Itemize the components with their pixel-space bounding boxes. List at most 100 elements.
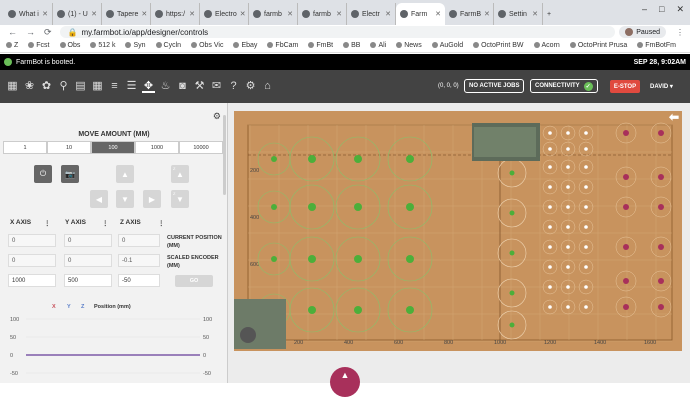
weed-icon[interactable]: ✿ [40, 80, 53, 93]
user-menu[interactable]: DAVID ▾ [650, 83, 673, 90]
browser-tab[interactable]: farmb ✕ [298, 3, 347, 25]
y-down-button[interactable]: ▼ [116, 190, 134, 208]
bookmark-item[interactable]: Obs [59, 42, 80, 49]
browser-tab[interactable]: Electr ✕ [347, 3, 396, 25]
z-axis-menu-icon[interactable]: ⋮ [158, 219, 165, 227]
camera-button[interactable]: 📷 [61, 165, 79, 183]
grid-icon[interactable]: ▦ [6, 80, 19, 93]
close-icon[interactable]: ✕ [676, 4, 684, 15]
move-amount-10[interactable]: 10 [47, 141, 91, 154]
move-amount-1[interactable]: 1 [3, 141, 47, 154]
x-left-button[interactable]: ◀ [90, 190, 108, 208]
bookmark-item[interactable]: FmBt [308, 42, 333, 49]
shop-icon[interactable]: ⌂ [261, 80, 274, 93]
bookmark-item[interactable]: Fcst [28, 42, 50, 49]
bookmark-item[interactable]: FbCam [267, 42, 298, 49]
garden-map[interactable]: 2004006008001000120014001600200400600800 [228, 103, 690, 383]
calendar-icon[interactable]: ▦ [91, 80, 104, 93]
url-field[interactable]: 🔒 my.farmbot.io/app/designer/controls [59, 26, 616, 38]
connectivity-button[interactable]: CONNECTIVITY ✓ [530, 79, 598, 93]
z-target-input[interactable]: -50 [118, 274, 160, 287]
browser-tab[interactable]: https:/✕ [151, 3, 200, 25]
close-tab-icon[interactable]: ✕ [91, 10, 97, 18]
tools-icon[interactable]: ⚒ [193, 80, 206, 93]
close-tab-icon[interactable]: ✕ [532, 10, 538, 18]
move-amount-10000[interactable]: 10000 [179, 141, 223, 154]
browser-tab[interactable]: Settin ✕ [494, 3, 543, 25]
close-tab-icon[interactable]: ✕ [336, 10, 342, 18]
bookmark-label: Z [14, 42, 19, 49]
y-axis-menu-icon[interactable]: ⋮ [102, 219, 109, 227]
close-tab-icon[interactable]: ✕ [141, 10, 147, 18]
messages-icon[interactable]: ✉ [210, 80, 223, 93]
browser-tab[interactable]: Farm ✕ [396, 3, 445, 25]
home-button[interactable]: ⏻ [34, 165, 52, 183]
plant-icon[interactable]: ❀ [23, 80, 36, 93]
browser-tab[interactable]: Tapere ✕ [102, 3, 151, 25]
browser-tab[interactable]: Electro ✕ [200, 3, 249, 25]
bookmark-item[interactable]: BB [343, 42, 360, 49]
photos-fab-button[interactable]: ▲ [330, 367, 360, 397]
bookmark-item[interactable]: Cycln [155, 42, 181, 49]
browser-tab[interactable]: (1) - U ✕ [53, 3, 102, 25]
profile-paused-button[interactable]: Paused [619, 26, 666, 38]
close-tab-icon[interactable]: ✕ [287, 10, 293, 18]
maximize-icon[interactable]: □ [659, 4, 664, 15]
bookmark-item[interactable]: Z [6, 42, 18, 49]
bookmark-item[interactable]: Ali [370, 42, 386, 49]
settings-icon[interactable]: ⚙ [244, 80, 257, 93]
close-tab-icon[interactable]: ✕ [435, 10, 441, 18]
move-amount-100[interactable]: 100 [91, 141, 135, 154]
bookmark-item[interactable]: Ebay [233, 42, 257, 49]
bookmark-item[interactable]: OctoPrint Prusa [569, 42, 627, 49]
regimen-icon[interactable]: ☰ [125, 80, 138, 93]
move-amount-1000[interactable]: 1000 [135, 141, 179, 154]
jobs-button[interactable]: NO ACTIVE JOBS [464, 79, 525, 93]
y-tick-right: 50 [203, 335, 209, 341]
minimize-icon[interactable]: – [642, 4, 647, 15]
point-icon[interactable]: ⚲ [57, 80, 70, 93]
z-up-button[interactable]: Z ▲ [171, 165, 189, 183]
close-tab-icon[interactable]: ✕ [385, 10, 391, 18]
bookmark-item[interactable]: FmBotFm [637, 42, 676, 49]
x-target-input[interactable]: 1000 [8, 274, 56, 287]
group-icon[interactable]: ▤ [74, 80, 87, 93]
menu-icon[interactable]: ⋮ [670, 28, 690, 37]
y-target-input[interactable]: 500 [64, 274, 112, 287]
z-down-button[interactable]: Z ▼ [171, 190, 189, 208]
sequence-icon[interactable]: ≡ [108, 80, 121, 93]
browser-tab[interactable]: What i ✕ [4, 3, 53, 25]
browser-tab[interactable]: FarmB ✕ [445, 3, 494, 25]
new-tab-button[interactable]: + [543, 3, 559, 25]
bookmark-item[interactable]: Obs Vic [191, 42, 223, 49]
close-tab-icon[interactable]: ✕ [42, 10, 48, 18]
controls-icon[interactable]: ✥ [142, 80, 155, 93]
y-up-button[interactable]: ▲ [116, 165, 134, 183]
back-icon[interactable]: ← [8, 27, 17, 38]
bookmark-item[interactable]: AuGold [431, 42, 463, 49]
photos-icon[interactable]: ◙ [176, 80, 189, 93]
forward-icon[interactable]: → [26, 27, 35, 38]
help-icon[interactable]: ? [227, 80, 240, 93]
close-tab-icon[interactable]: ✕ [240, 10, 246, 18]
bookmark-item[interactable]: News [396, 42, 422, 49]
x-axis-menu-icon[interactable]: ⋮ [44, 219, 51, 227]
back-arrow-icon[interactable]: ⬅ [669, 110, 679, 124]
bookmark-icon [569, 42, 576, 49]
browser-tab[interactable]: farmb ✕ [249, 3, 298, 25]
bookmark-item[interactable]: Syn [125, 42, 146, 49]
panel-scrollbar[interactable] [223, 115, 226, 195]
bookmark-item[interactable]: Acorn [533, 42, 560, 49]
go-button[interactable]: GO [175, 275, 213, 287]
sensors-icon[interactable]: ♨ [159, 80, 172, 93]
bookmark-label: 512 k [98, 42, 116, 49]
x-right-button[interactable]: ▶ [143, 190, 161, 208]
controls-panel: ⚙ MOVE AMOUNT (MM) 1 10 100 1000 10000 ⏻ 📷 ▲… [0, 103, 228, 383]
bookmark-item[interactable]: OctoPrint BW [473, 42, 524, 49]
close-tab-icon[interactable]: ✕ [484, 10, 490, 18]
estop-button[interactable]: E-STOP [610, 80, 640, 93]
gear-icon[interactable]: ⚙ [213, 111, 221, 122]
bookmark-item[interactable]: 512 k [90, 42, 115, 49]
close-tab-icon[interactable]: ✕ [189, 10, 195, 18]
reload-icon[interactable]: ⟳ [44, 27, 52, 38]
